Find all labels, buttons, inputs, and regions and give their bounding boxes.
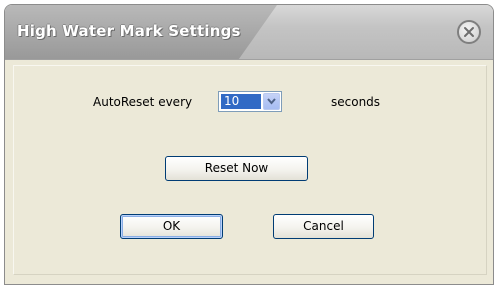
ok-button[interactable]: OK [120, 214, 223, 239]
cancel-button[interactable]: Cancel [273, 214, 374, 239]
settings-dialog: High Water Mark Settings AutoReset every… [4, 4, 494, 285]
title-bar[interactable]: High Water Mark Settings [5, 5, 493, 60]
autoreset-label: AutoReset every [93, 95, 193, 109]
autoreset-interval-value: 10 [221, 94, 261, 109]
seconds-label: seconds [331, 95, 381, 109]
chevron-down-icon [267, 98, 276, 105]
dialog-title: High Water Mark Settings [17, 22, 241, 40]
close-icon [464, 27, 474, 37]
reset-now-button[interactable]: Reset Now [165, 156, 308, 181]
close-button[interactable] [457, 20, 481, 44]
autoreset-interval-select[interactable]: 10 [218, 91, 282, 112]
dropdown-button[interactable] [263, 93, 280, 110]
